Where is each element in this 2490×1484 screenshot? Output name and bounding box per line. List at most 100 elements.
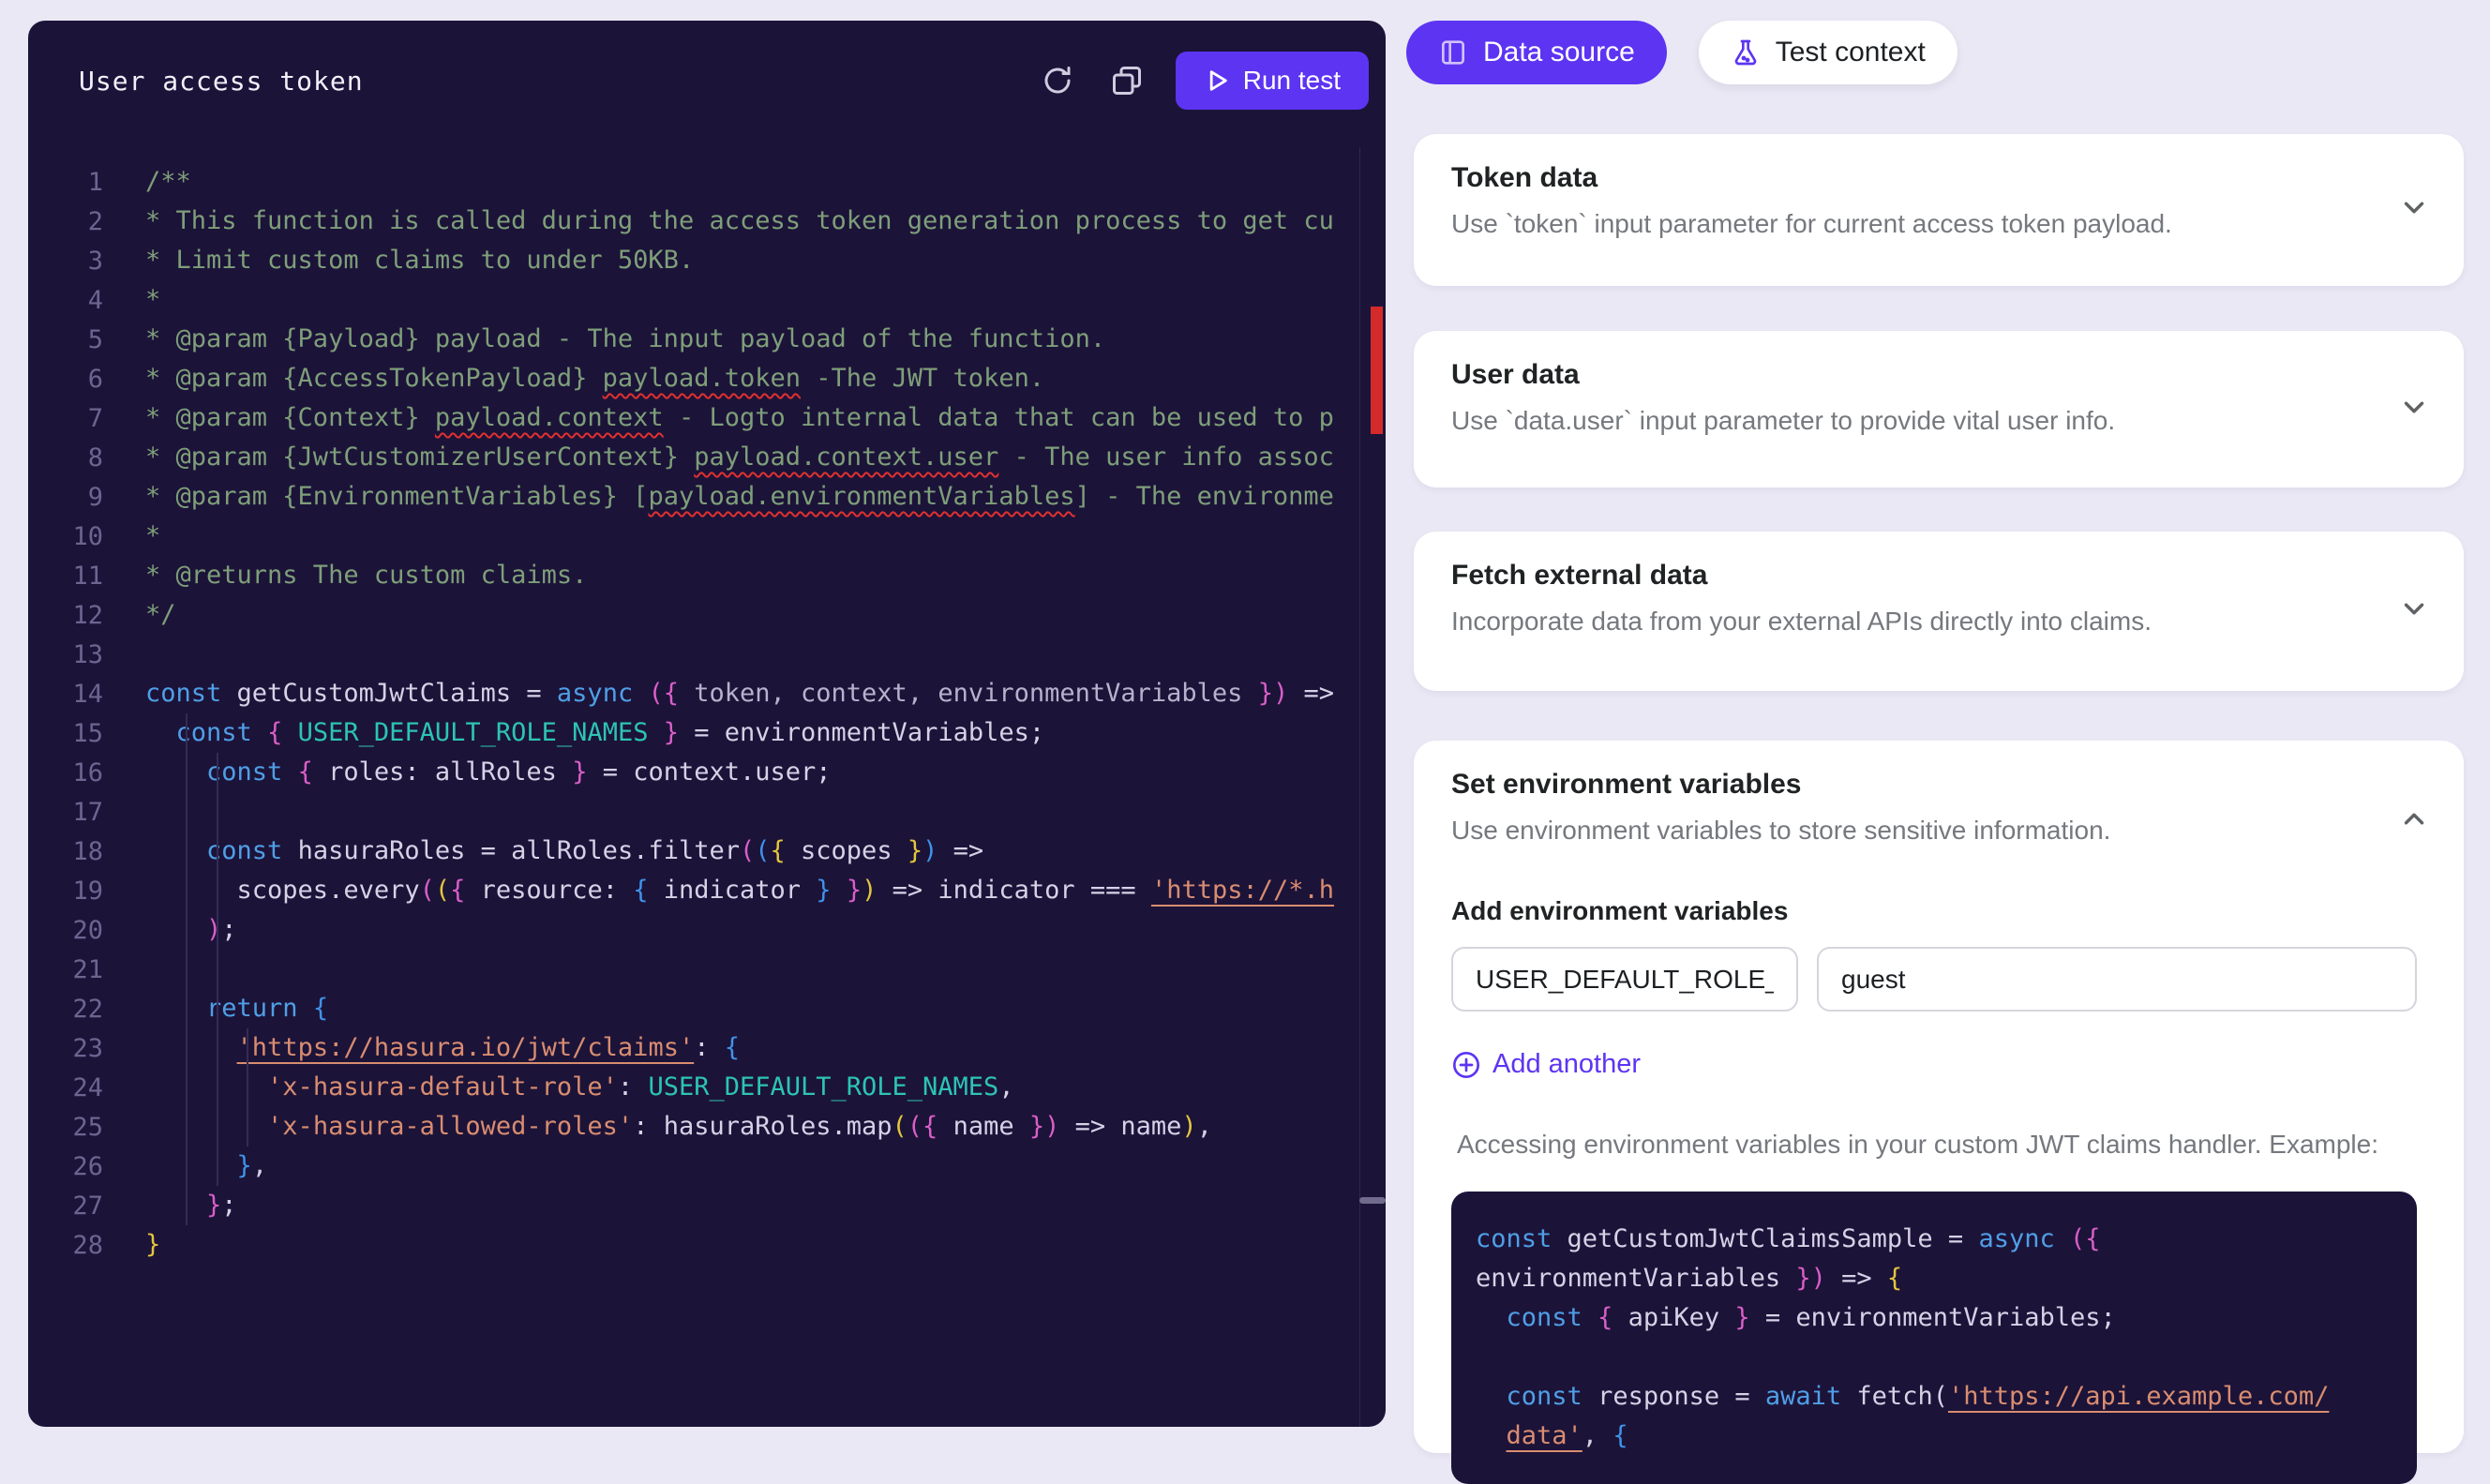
run-test-label: Run test bbox=[1243, 66, 1341, 96]
code-line: 17 bbox=[28, 792, 1331, 832]
env-value-input[interactable] bbox=[1817, 947, 2417, 1012]
code-line: 11 * @returns The custom claims. bbox=[28, 556, 1331, 595]
code-line: 4* bbox=[28, 280, 1331, 320]
card-title: Set environment variables bbox=[1451, 769, 2430, 801]
line-number: 26 bbox=[28, 1152, 103, 1181]
data-source-panel: Data source Test context Token data Use … bbox=[1406, 0, 2464, 1431]
code-line-content: * @param {Context} payload.context - Log… bbox=[145, 398, 1334, 438]
card-token-data[interactable]: Token data Use `token` input parameter f… bbox=[1414, 134, 2464, 286]
code-line: const response = await fetch('https://ap… bbox=[1476, 1377, 2392, 1417]
chevron-up-icon[interactable] bbox=[2398, 803, 2430, 840]
code-line: 22 return { bbox=[28, 989, 1331, 1028]
card-set-environment-variables: Set environment variables Use environmen… bbox=[1414, 741, 2464, 1453]
code-line-content: return { bbox=[145, 989, 328, 1028]
line-number: 19 bbox=[28, 877, 103, 906]
code-line-content: const getCustomJwtClaimsSample = async (… bbox=[1476, 1220, 2101, 1259]
code-line-content: const response = await fetch('https://ap… bbox=[1476, 1377, 2329, 1417]
code-line: 18 const hasuraRoles = allRoles.filter((… bbox=[28, 832, 1331, 871]
code-line-content: const hasuraRoles = allRoles.filter(({ s… bbox=[145, 832, 983, 871]
line-number: 6 bbox=[28, 365, 103, 394]
code-line-content: * @returns The custom claims. bbox=[145, 556, 587, 595]
code-line: 14 const getCustomJwtClaims = async ({ to… bbox=[28, 674, 1331, 713]
flask-icon bbox=[1731, 37, 1761, 67]
code-line: 12*/ bbox=[28, 595, 1331, 635]
card-title: Token data bbox=[1451, 162, 2430, 194]
play-icon bbox=[1204, 67, 1230, 94]
line-number: 14 bbox=[28, 680, 103, 709]
copy-icon[interactable] bbox=[1106, 60, 1148, 101]
code-line: data', { bbox=[1476, 1417, 2392, 1456]
tab-data-source[interactable]: Data source bbox=[1406, 21, 1667, 84]
code-line: environmentVariables }) => { bbox=[1476, 1259, 2392, 1298]
chevron-down-icon[interactable] bbox=[2398, 391, 2430, 427]
line-number: 1 bbox=[28, 168, 103, 197]
code-line: 7* @param {Context} payload.context - Lo… bbox=[28, 398, 1331, 438]
code-line-content: /** bbox=[145, 162, 191, 202]
line-number: 9 bbox=[28, 483, 103, 512]
code-line: 20 ); bbox=[28, 910, 1331, 950]
editor-code-lines[interactable]: 1/**2* This function is called during th… bbox=[28, 147, 1331, 1265]
line-number: 2 bbox=[28, 207, 103, 236]
line-number: 18 bbox=[28, 837, 103, 866]
line-number: 28 bbox=[28, 1231, 103, 1260]
code-line-content: * @param {AccessTokenPayload} payload.to… bbox=[145, 359, 1044, 398]
code-line: 28} bbox=[28, 1225, 1331, 1265]
code-line: 5* @param {Payload} payload - The input … bbox=[28, 320, 1331, 359]
card-description: Use `token` input parameter for current … bbox=[1451, 209, 2430, 239]
card-user-data[interactable]: User data Use `data.user` input paramete… bbox=[1414, 331, 2464, 487]
card-title: User data bbox=[1451, 359, 2430, 391]
line-number: 24 bbox=[28, 1073, 103, 1102]
line-number: 27 bbox=[28, 1192, 103, 1221]
env-variable-row bbox=[1451, 947, 2430, 1012]
line-number: 20 bbox=[28, 916, 103, 945]
scrollbar-gutter bbox=[1359, 147, 1360, 1427]
chevron-down-icon[interactable] bbox=[2398, 192, 2430, 229]
code-line-content: } bbox=[145, 1225, 160, 1265]
code-line-content: * @param {JwtCustomizerUserContext} payl… bbox=[145, 438, 1334, 477]
code-line bbox=[1476, 1338, 2392, 1377]
code-line: 13 bbox=[28, 635, 1331, 674]
code-line: 24 'x-hasura-default-role': USER_DEFAULT… bbox=[28, 1068, 1331, 1107]
code-line: 8* @param {JwtCustomizerUserContext} pay… bbox=[28, 438, 1331, 477]
card-description: Use `data.user` input parameter to provi… bbox=[1451, 406, 2430, 436]
indent-guide bbox=[217, 753, 218, 1186]
code-line: const getCustomJwtClaimsSample = async (… bbox=[1476, 1220, 2392, 1259]
add-another-button[interactable]: Add another bbox=[1451, 1049, 1641, 1080]
panel-tabs: Data source Test context bbox=[1406, 21, 1958, 84]
chevron-down-icon[interactable] bbox=[2398, 593, 2430, 630]
code-line-content: const getCustomJwtClaims = async ({ toke… bbox=[145, 674, 1334, 713]
tab-test-context[interactable]: Test context bbox=[1699, 21, 1958, 84]
code-line-content: 'https://hasura.io/jwt/claims': { bbox=[145, 1028, 740, 1068]
line-number: 11 bbox=[28, 562, 103, 591]
card-fetch-external-data[interactable]: Fetch external data Incorporate data fro… bbox=[1414, 532, 2464, 691]
tab-data-source-label: Data source bbox=[1483, 37, 1635, 68]
code-line-content: data', { bbox=[1476, 1417, 1628, 1456]
code-line: 16 const { roles: allRoles } = context.u… bbox=[28, 753, 1331, 792]
refresh-icon[interactable] bbox=[1037, 60, 1078, 101]
code-line: 19 scopes.every(({ resource: { indicator… bbox=[28, 871, 1331, 910]
card-description: Use environment variables to store sensi… bbox=[1451, 816, 2430, 846]
add-env-variables-label: Add environment variables bbox=[1451, 896, 2430, 926]
code-line-content: * @param {Payload} payload - The input p… bbox=[145, 320, 1105, 359]
line-number: 21 bbox=[28, 955, 103, 984]
run-test-button[interactable]: Run test bbox=[1176, 52, 1369, 110]
code-line-content: }; bbox=[145, 1186, 237, 1225]
env-sample-code: const getCustomJwtClaimsSample = async (… bbox=[1451, 1192, 2417, 1484]
panel-layout-icon bbox=[1438, 37, 1468, 67]
code-line-content: 'x-hasura-default-role': USER_DEFAULT_RO… bbox=[145, 1068, 1014, 1107]
code-line: 9 * @param {EnvironmentVariables} [payloa… bbox=[28, 477, 1331, 517]
scrollbar-thumb[interactable] bbox=[1359, 1197, 1386, 1204]
line-number: 22 bbox=[28, 995, 103, 1024]
code-line: 15 const { USER_DEFAULT_ROLE_NAMES } = e… bbox=[28, 713, 1331, 753]
line-number: 16 bbox=[28, 758, 103, 787]
code-line: 26 }, bbox=[28, 1147, 1331, 1186]
code-line-content: * bbox=[145, 280, 160, 320]
editor-header: User access token Run test bbox=[28, 21, 1386, 141]
code-line-content: const { apiKey } = environmentVariables; bbox=[1476, 1298, 2116, 1338]
indent-guide bbox=[247, 1028, 248, 1147]
card-title: Fetch external data bbox=[1451, 560, 2430, 592]
code-line: 10* bbox=[28, 517, 1331, 556]
code-line-content: * @param {EnvironmentVariables} [payload… bbox=[145, 477, 1334, 517]
env-key-input[interactable] bbox=[1451, 947, 1798, 1012]
code-line: const { apiKey } = environmentVariables; bbox=[1476, 1298, 2392, 1338]
